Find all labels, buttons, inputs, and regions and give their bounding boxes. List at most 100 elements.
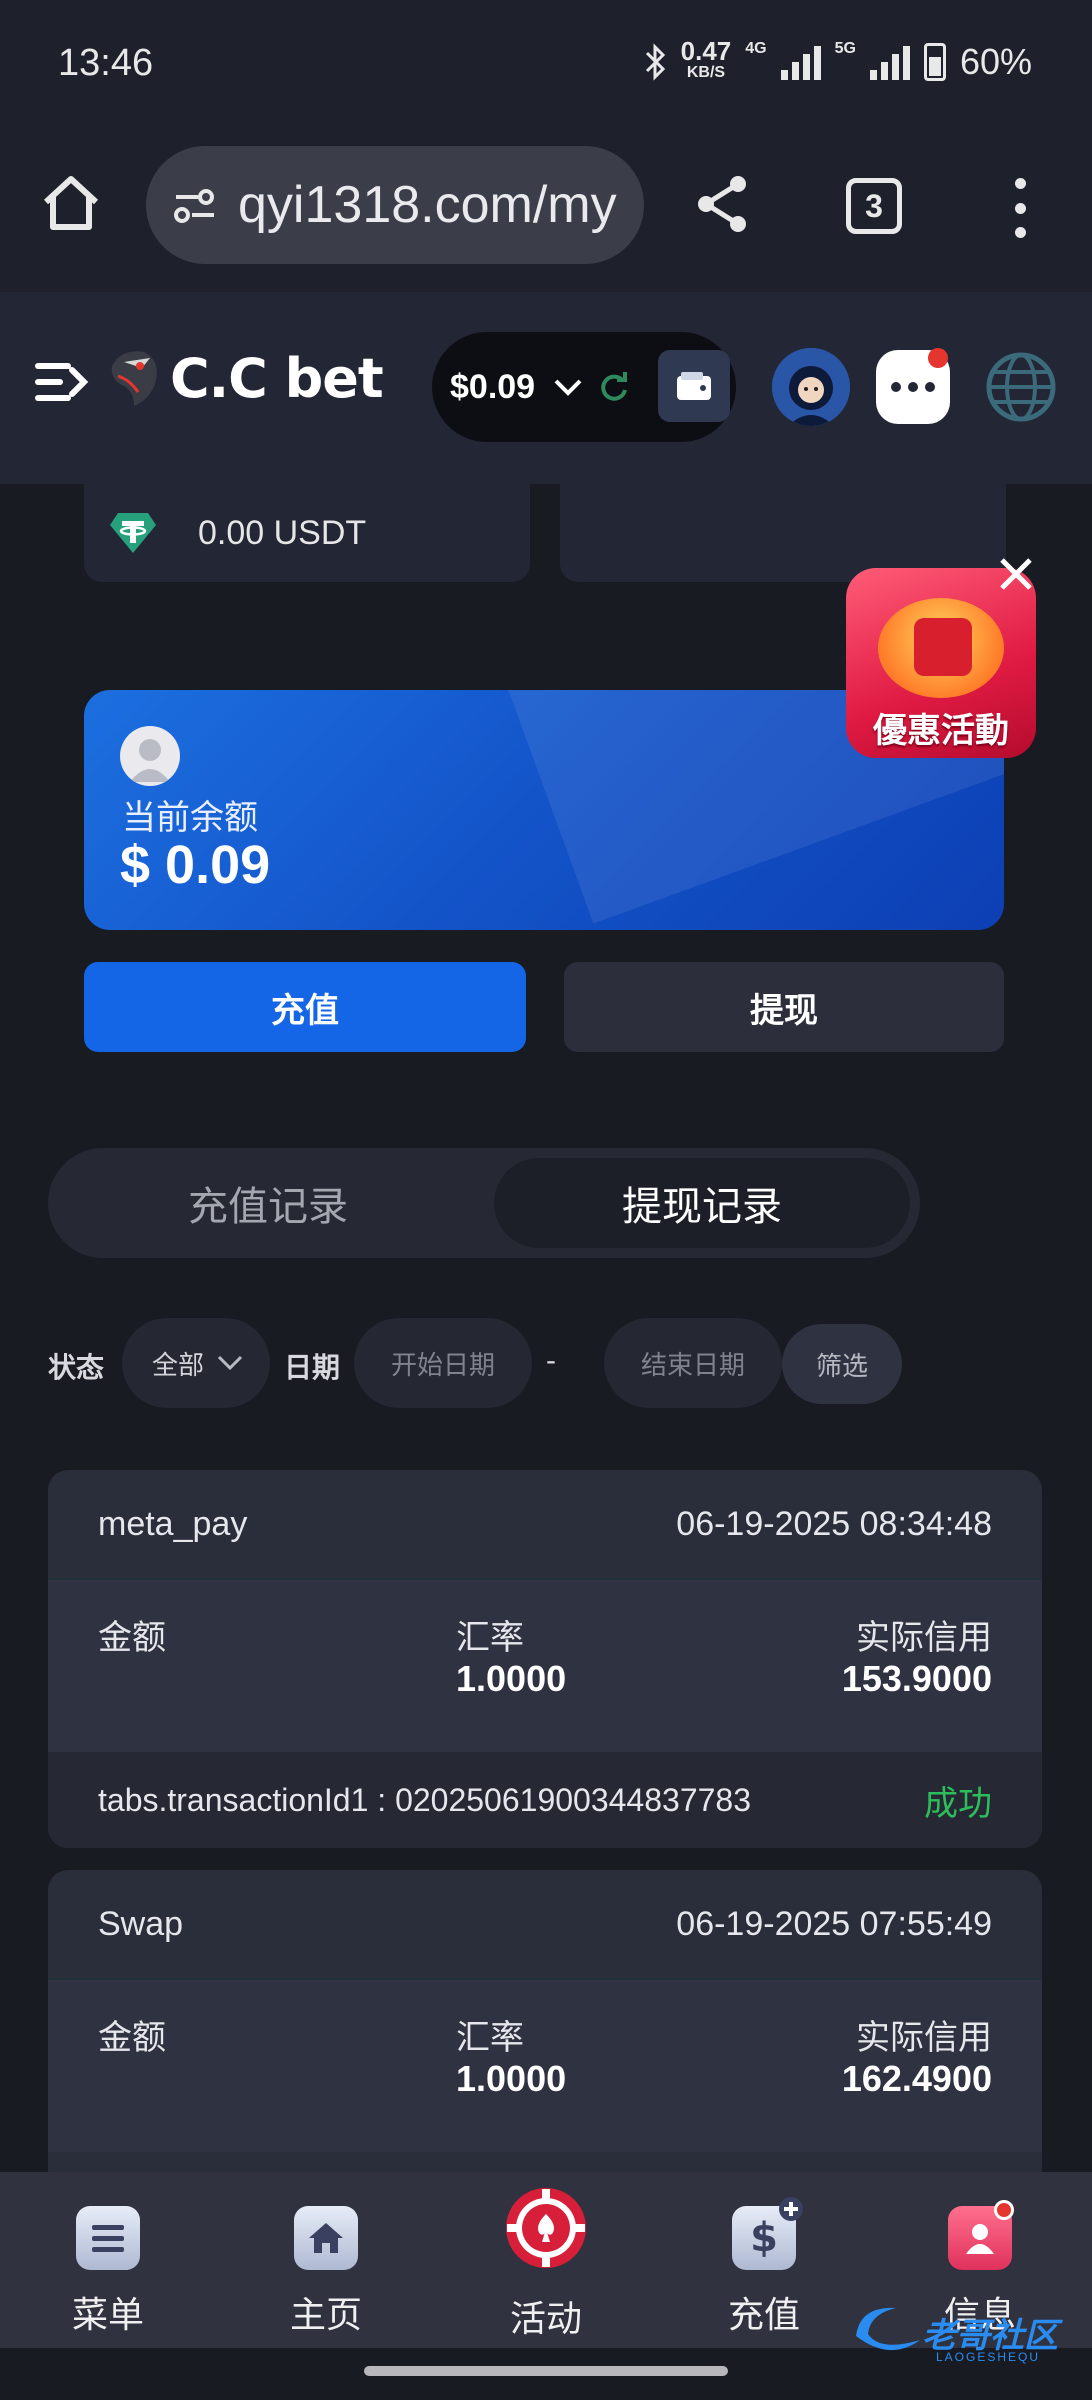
globe-icon[interactable] <box>984 350 1058 424</box>
status-icons: 0.47 KB/S 4G 5G 60% <box>645 38 1032 84</box>
record-card[interactable]: meta_pay 06-19-2025 08:34:48 金额 汇率 1.000… <box>48 1470 1042 1848</box>
record-header: meta_pay 06-19-2025 08:34:48 <box>48 1470 1042 1580</box>
balance-amount: $ 0.09 <box>120 835 271 895</box>
watermark-logo: 老哥社区 LAOGESHEQU <box>850 2300 1080 2370</box>
promo-badge[interactable]: 優惠活動 <box>846 568 1036 758</box>
record-body: 金额 汇率 1.0000 实际信用 153.9000 <box>48 1580 1042 1752</box>
watermark-swoosh-icon <box>856 2307 920 2351</box>
tether-icon <box>110 513 156 553</box>
url-text: qyi1318.com/my <box>238 176 617 234</box>
share-icon[interactable] <box>692 172 752 236</box>
usdt-balance: 0.00 USDT <box>198 513 367 552</box>
record-method: meta_pay <box>98 1504 248 1543</box>
close-icon[interactable] <box>996 554 1036 594</box>
deposit-button[interactable]: 充值 <box>84 962 526 1052</box>
gesture-bar[interactable] <box>364 2366 728 2376</box>
nav-home-label: 主页 <box>289 2294 362 2335</box>
withdraw-button[interactable]: 提现 <box>564 962 1004 1052</box>
network-type-2: 5G <box>834 40 856 57</box>
status-bar: 13:46 0.47 KB/S 4G 5G 60% <box>0 0 1092 130</box>
tabs-icon[interactable]: 3 <box>846 178 902 234</box>
wallet-button[interactable] <box>658 350 730 422</box>
record-card[interactable]: Swap 06-19-2025 07:55:49 金额 汇率 1.0000 实际… <box>48 1870 1042 2190</box>
notification-dot <box>928 348 948 368</box>
rate-label: 汇率 <box>456 1619 524 1657</box>
status-badge: 成功 <box>924 1784 992 1823</box>
nav-home[interactable]: 主页 <box>236 2172 416 2348</box>
chevron-down-icon[interactable] <box>553 377 583 397</box>
balance-pill[interactable]: $0.09 <box>432 332 736 442</box>
net-speed-unit: KB/S <box>686 64 726 81</box>
credit-value: 162.4900 <box>841 2058 992 2099</box>
filter-bar: 状态 全部 日期 开始日期 - 结束日期 筛选 <box>48 1316 1048 1410</box>
address-bar[interactable]: qyi1318.com/my <box>146 146 644 264</box>
credit-value: 153.9000 <box>841 1658 992 1699</box>
more-icon[interactable] <box>1010 178 1030 238</box>
signal-icon <box>780 44 821 80</box>
logo[interactable]: C.C bet <box>104 346 384 410</box>
balance-label: 当前余额 <box>122 799 258 837</box>
battery-level: 60% <box>959 41 1032 82</box>
net-speed: 0.47 KB/S <box>681 38 732 84</box>
promo-label: 優惠活動 <box>873 712 1009 750</box>
signal-icon-2 <box>869 44 910 80</box>
logo-text: C.C bet <box>170 346 384 410</box>
amount-label: 金额 <box>98 2019 166 2057</box>
record-time: 06-19-2025 07:55:49 <box>676 1904 992 1943</box>
date-filter-label: 日期 <box>284 1352 341 1383</box>
status-filter-label: 状态 <box>48 1352 105 1383</box>
record-tabs: 充值记录 提现记录 <box>48 1148 920 1258</box>
chevron-down-icon <box>217 1355 243 1371</box>
rate-value: 1.0000 <box>456 1658 567 1699</box>
nav-activity[interactable]: 活动 <box>456 2172 636 2348</box>
menu-list-icon <box>76 2206 140 2270</box>
notification-dot <box>994 2200 1014 2220</box>
amount-label: 金额 <box>98 1619 166 1657</box>
avatar-image <box>772 348 850 426</box>
start-date-input[interactable]: 开始日期 <box>354 1318 532 1408</box>
refresh-icon[interactable] <box>599 372 629 402</box>
network-type-1: 4G <box>745 40 767 57</box>
header-balance: $0.09 <box>450 367 536 406</box>
date-separator: - <box>546 1344 556 1377</box>
home-icon[interactable] <box>40 172 102 234</box>
app-header: C.C bet $0.09 <box>0 292 1092 484</box>
tab-deposit-records[interactable]: 充值记录 <box>58 1158 478 1248</box>
rate-value: 1.0000 <box>456 2058 567 2099</box>
tab-withdraw-records[interactable]: 提现记录 <box>494 1158 910 1248</box>
transaction-id: tabs.transactionId1 : 020250619003448377… <box>98 1781 751 1818</box>
home-icon <box>294 2206 358 2270</box>
browser-toolbar: qyi1318.com/my 3 <box>0 130 1092 292</box>
nav-activity-label: 活动 <box>509 2298 582 2339</box>
end-date-input[interactable]: 结束日期 <box>604 1318 782 1408</box>
usdt-balance-card: 0.00 USDT <box>84 484 530 582</box>
battery-icon <box>923 43 946 81</box>
watermark-sub: LAOGESHEQU <box>936 2350 1041 2364</box>
filter-button[interactable]: 筛选 <box>782 1324 902 1404</box>
record-header: Swap 06-19-2025 07:55:49 <box>48 1870 1042 1980</box>
user-avatar-icon <box>120 726 180 786</box>
rate-label: 汇率 <box>456 2019 524 2057</box>
nav-deposit-label: 充值 <box>727 2294 800 2335</box>
poker-chip-icon <box>506 2188 586 2268</box>
record-method: Swap <box>98 1904 184 1943</box>
menu-toggle-icon[interactable] <box>34 358 90 406</box>
nav-menu-label: 菜单 <box>71 2294 144 2335</box>
nav-menu[interactable]: 菜单 <box>18 2172 198 2348</box>
status-select[interactable]: 全部 <box>122 1318 270 1408</box>
logo-bird-icon <box>111 351 157 406</box>
red-envelope-icon <box>878 598 1004 698</box>
record-time: 06-19-2025 08:34:48 <box>676 1504 992 1543</box>
status-select-value: 全部 <box>152 1349 205 1380</box>
credit-label: 实际信用 <box>856 2019 992 2057</box>
page: 13:46 0.47 KB/S 4G 5G 60% qyi1318.com/my… <box>0 0 1092 2400</box>
wallet-icon <box>677 372 711 400</box>
credit-label: 实际信用 <box>856 1619 992 1657</box>
status-time: 13:46 <box>58 42 154 84</box>
site-settings-icon[interactable] <box>172 185 218 225</box>
nav-deposit[interactable]: $ 充值 <box>674 2172 854 2348</box>
plus-badge-icon <box>779 2197 803 2221</box>
record-body: 金额 汇率 1.0000 实际信用 162.4900 <box>48 1980 1042 2152</box>
record-footer: tabs.transactionId1 : 020250619003448377… <box>48 1752 1042 1848</box>
avatar[interactable] <box>772 348 850 426</box>
